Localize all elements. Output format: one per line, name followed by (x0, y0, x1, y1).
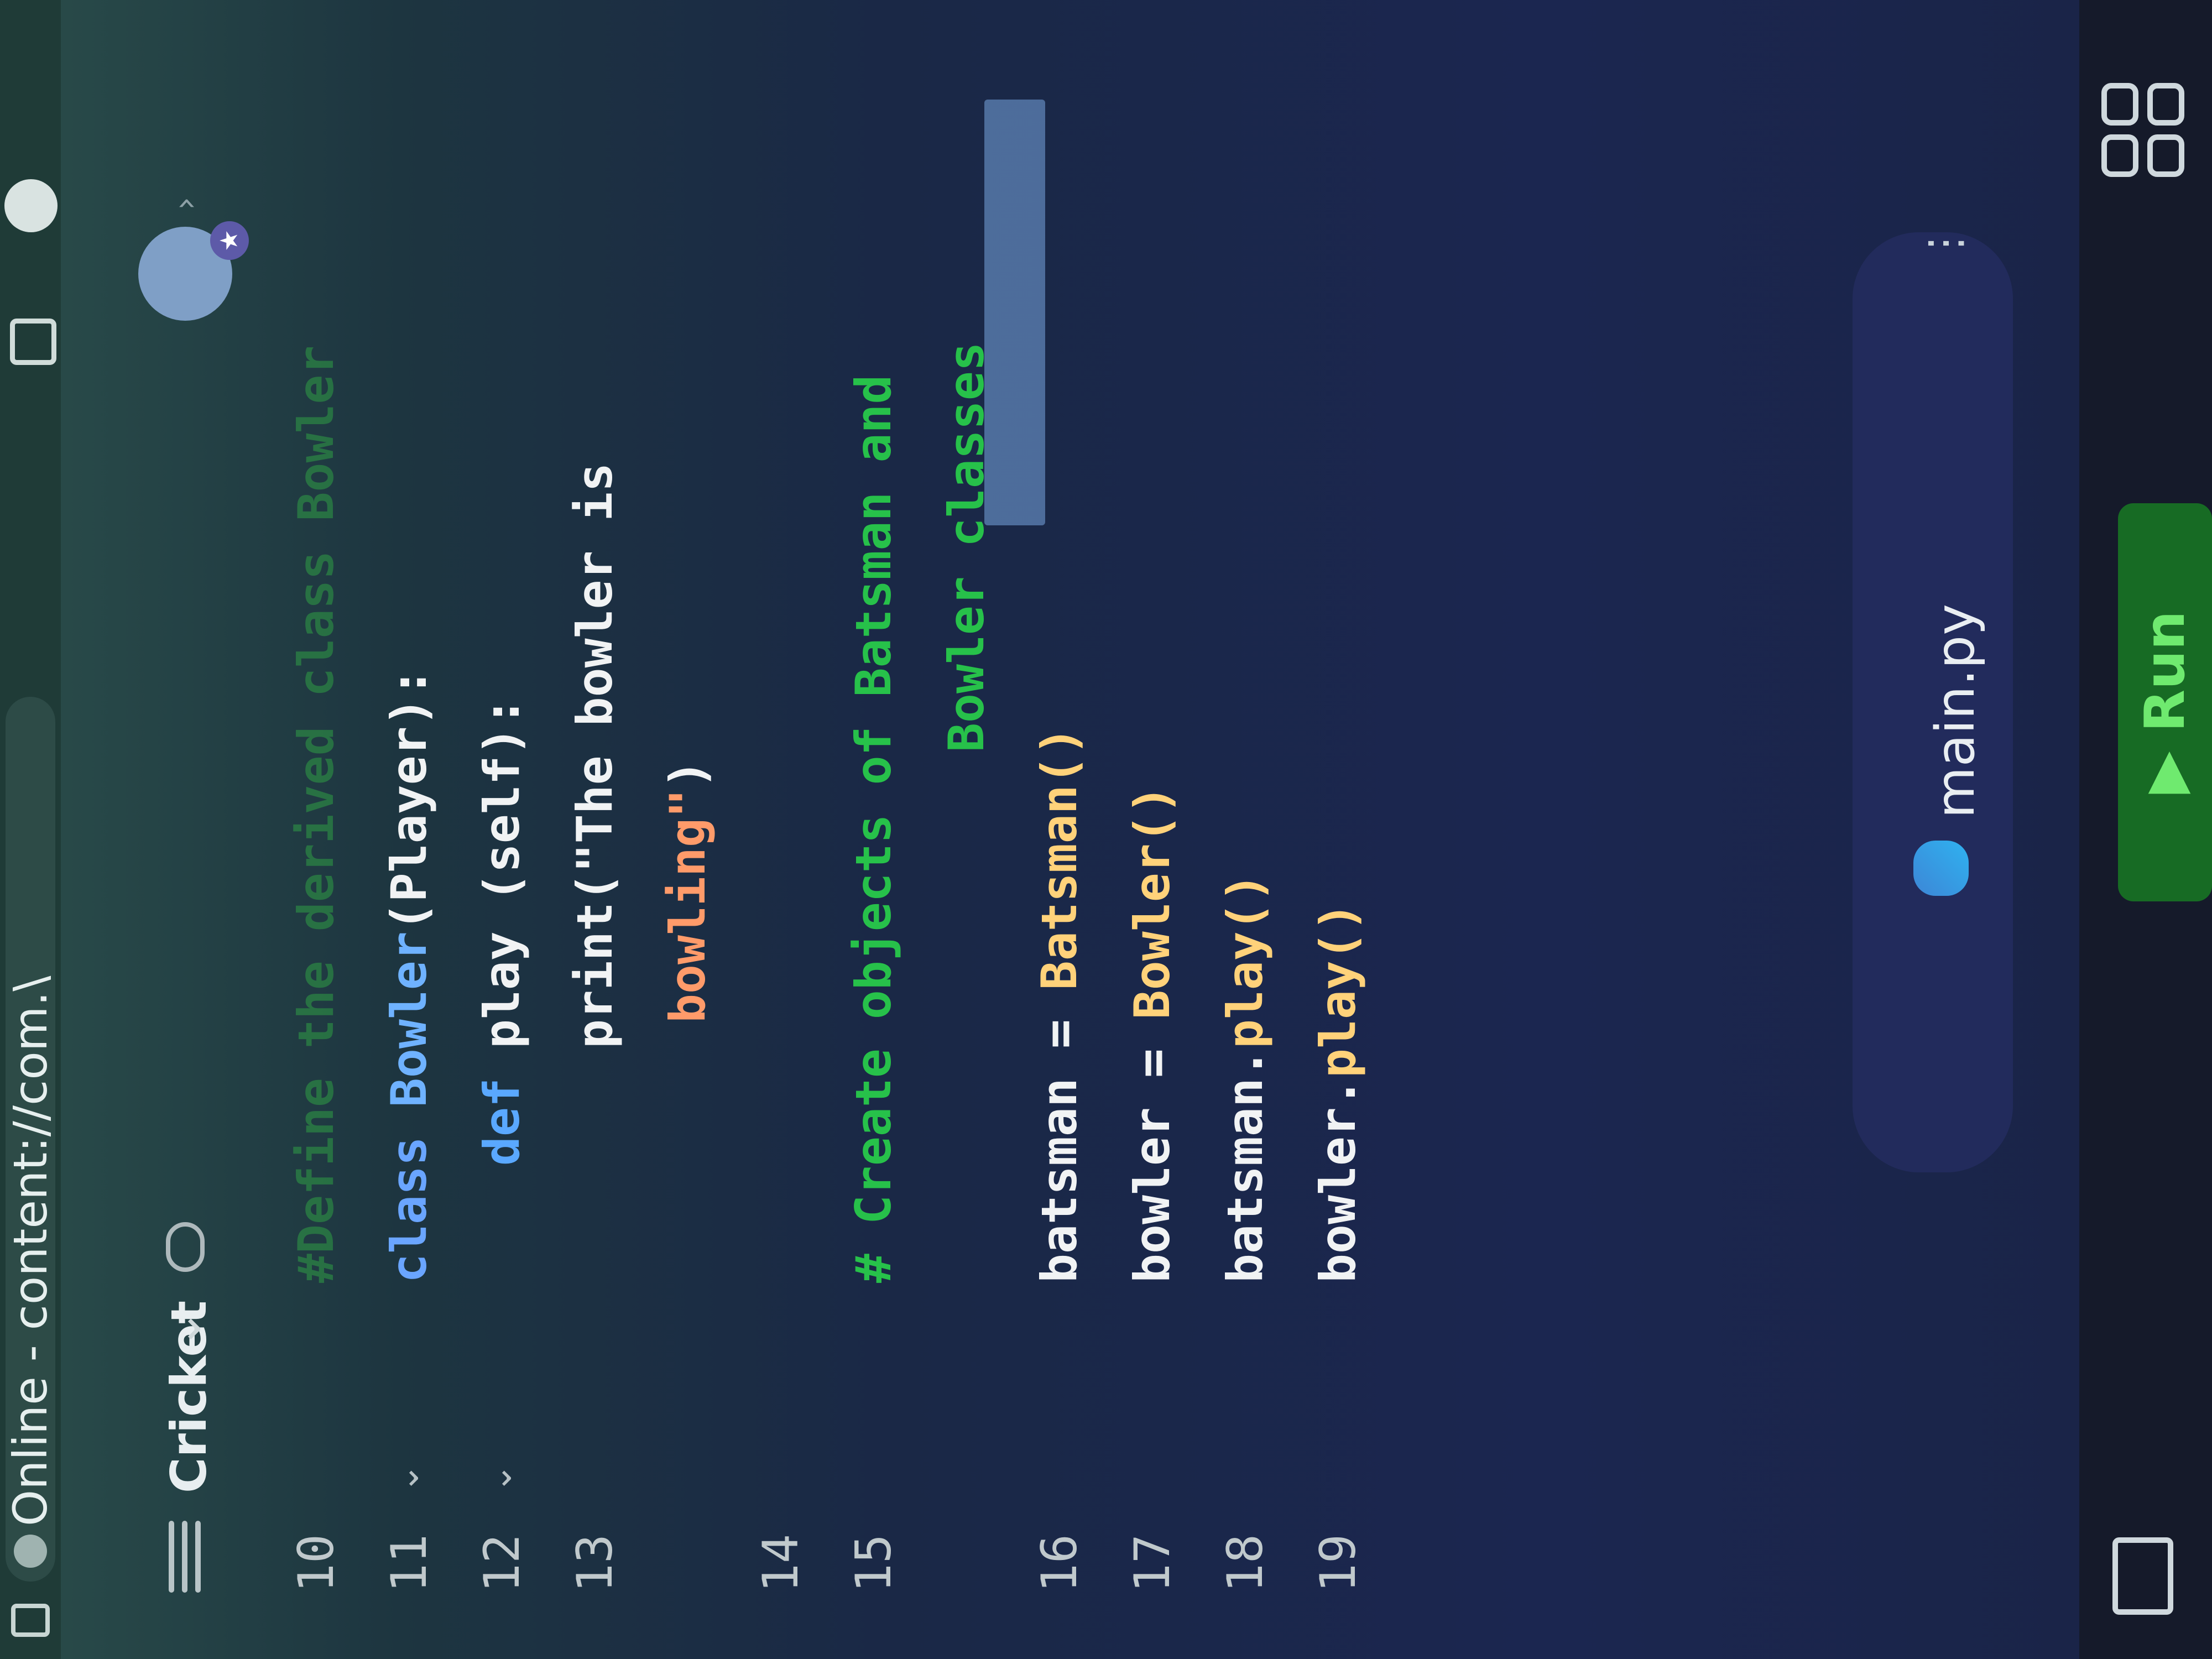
code-line[interactable]: class Bowler(Player): (380, 667, 463, 1283)
code-token: Batsman() (1031, 726, 1088, 990)
apps-grid-icon[interactable] (2101, 83, 2184, 177)
code-token: "The bowler is (566, 462, 623, 873)
code-line[interactable]: batsman.play() (1217, 873, 1300, 1283)
code-token: Bowler (380, 931, 437, 1108)
code-line[interactable]: # Create objects of Batsman and (845, 375, 928, 1283)
code-token: #Define the derived class Bowler (288, 345, 345, 1283)
avatar-chevron-icon[interactable]: › (166, 197, 205, 210)
code-line[interactable]: bowling") (659, 759, 742, 1023)
fold-chevron-icon[interactable]: ⌄ (479, 1463, 520, 1493)
line-number: 12 (473, 1534, 530, 1593)
code-token: class (380, 1107, 437, 1283)
line-number: 18 (1217, 1534, 1274, 1593)
fold-chevron-icon[interactable]: ⌄ (386, 1463, 427, 1493)
code-token: play (self): (473, 697, 530, 1049)
chevron-down-icon[interactable]: ⌄ (155, 1308, 212, 1349)
site-info-icon[interactable] (14, 1535, 47, 1568)
code-token: play() (1310, 902, 1366, 1078)
code-token: bowling" (659, 789, 716, 1023)
line-number: 14 (752, 1534, 809, 1593)
line-number: 11 (380, 1534, 437, 1593)
hamburger-menu-icon[interactable] (169, 1521, 202, 1593)
run-button[interactable]: ▶ Run (2118, 503, 2212, 901)
code-line[interactable]: batsman = Batsman() (1031, 726, 1114, 1283)
star-badge-icon: ★ (210, 221, 249, 260)
python-file-icon (1913, 841, 1969, 896)
line-number: 13 (566, 1534, 623, 1593)
line-number: 10 (288, 1534, 345, 1593)
code-token: play() (1217, 873, 1274, 1049)
line-number: 15 (845, 1534, 902, 1593)
code-token: Bowler() (1124, 785, 1181, 1020)
code-token: bowler = (1124, 1019, 1181, 1283)
code-token: print( (566, 873, 623, 1283)
tabs-icon[interactable] (10, 319, 56, 365)
code-token: bowler. (1310, 1078, 1366, 1283)
files-panel-icon[interactable] (2112, 1537, 2173, 1615)
line-number: 17 (1124, 1534, 1181, 1593)
code-token: ) (659, 759, 716, 789)
line-number: 16 (1031, 1534, 1088, 1593)
cloud-sync-icon[interactable] (166, 1222, 205, 1272)
code-line[interactable]: #Define the derived class Bowler (288, 346, 371, 1283)
code-token: batsman. (1217, 1048, 1274, 1283)
code-line[interactable]: print("The bowler is (566, 463, 649, 1283)
code-line[interactable]: bowler.play() (1310, 902, 1392, 1283)
code-line[interactable]: bowler = Bowler() (1124, 785, 1207, 1283)
file-name[interactable]: main.py (1924, 604, 1986, 818)
code-line[interactable]: def play (self): (473, 697, 556, 1283)
record-icon[interactable] (4, 179, 58, 232)
line-number: 19 (1310, 1534, 1366, 1593)
code-line[interactable]: Bowler classes (938, 342, 1021, 752)
code-token: def (473, 1048, 530, 1283)
browser-url-bar[interactable]: Online - content://com.\ (6, 697, 55, 1582)
phone-screen: Online - content://com.\ Cricket ⌄ ★ › 1… (0, 0, 2212, 1659)
browser-home-icon[interactable] (11, 1604, 50, 1637)
code-token: (Player): (380, 667, 437, 932)
code-token: # Create objects of Batsman and (845, 374, 902, 1283)
more-options-icon[interactable]: ⋮ (1919, 221, 1970, 265)
code-token: Bowler classes (938, 342, 995, 752)
code-token: batsman = (1031, 990, 1088, 1283)
photo-canvas: Online - content://com.\ Cricket ⌄ ★ › 1… (0, 0, 2212, 1659)
